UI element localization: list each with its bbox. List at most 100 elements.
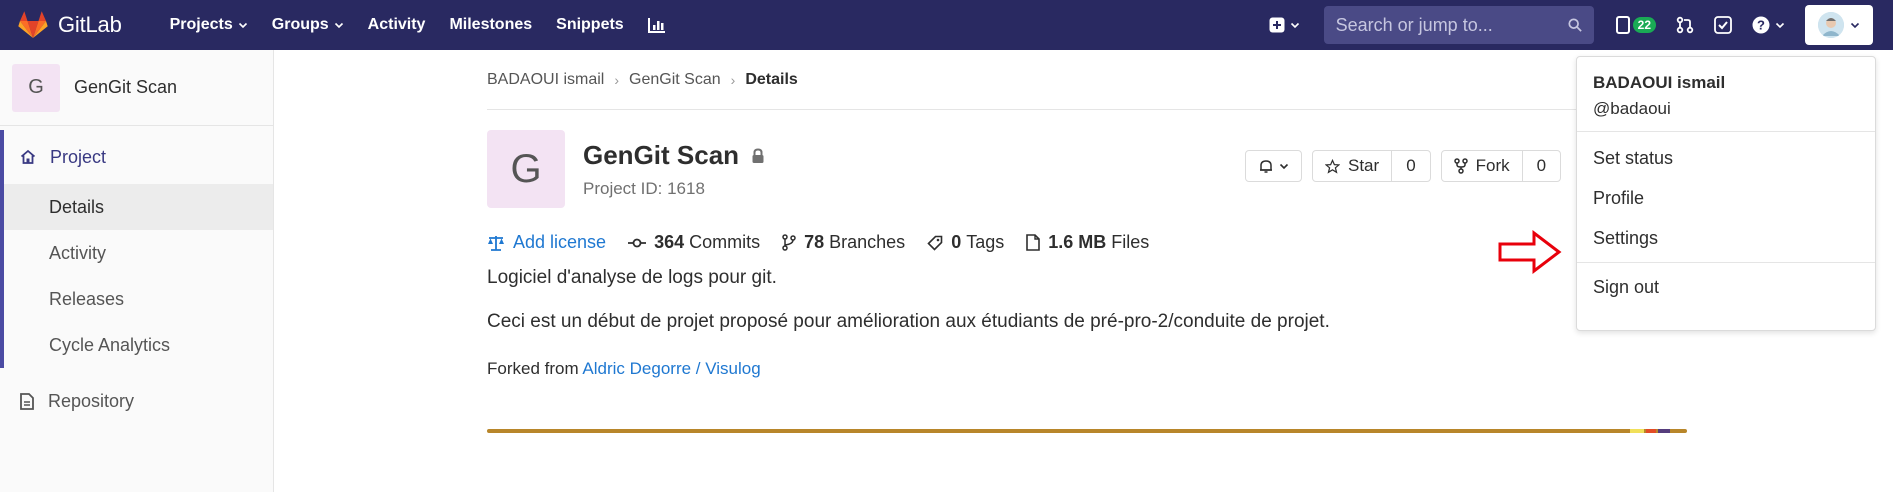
nav-links: Projects Groups Activity Milestones Snip… [158,0,678,50]
files-stat[interactable]: 1.6 MB Files [1026,232,1149,253]
issues-button[interactable]: 22 [1606,0,1666,50]
chevron-down-icon [1290,22,1299,29]
branch-icon [782,234,796,251]
tags-label: Tags [966,232,1005,252]
language-bar [487,429,1687,433]
fork-count[interactable]: 0 [1521,151,1560,181]
lock-icon [752,147,764,163]
menu-item-sign-out[interactable]: Sign out [1577,267,1875,307]
menu-item-settings[interactable]: Settings [1577,218,1875,258]
fork-label: Fork [1475,156,1510,175]
project-avatar: G [487,130,565,208]
sidebar-section-title: Project [50,146,107,167]
chevron-down-icon [334,22,343,29]
commit-icon [628,238,647,247]
help-dropdown-button[interactable]: ? [1742,0,1795,50]
breadcrumb-current[interactable]: Details [745,71,797,89]
branches-label: Branches [829,232,906,252]
nav-snippets[interactable]: Snippets [544,0,636,50]
nav-analytics[interactable] [636,0,678,50]
merge-requests-button[interactable] [1666,0,1704,50]
sidebar-item-details[interactable]: Details [4,184,273,230]
fork-action[interactable]: Fork [1442,151,1522,181]
add-license-label: Add license [513,232,607,252]
dropdown-user-handle: @badaoui [1593,99,1671,118]
nav-milestones-label: Milestones [449,16,533,33]
menu-item-set-status[interactable]: Set status [1577,138,1875,178]
menu-item-profile[interactable]: Profile [1577,178,1875,218]
brand[interactable]: GitLab [18,10,122,40]
chart-icon [647,18,665,33]
tags-stat[interactable]: 0 Tags [927,232,1004,253]
file-icon [1026,234,1041,251]
brand-name: GitLab [58,12,122,37]
files-label: Files [1111,232,1150,252]
sidebar-project-name: GenGit Scan [74,77,178,97]
nav-snippets-label: Snippets [556,16,624,33]
search-icon [1568,18,1582,32]
nav-projects[interactable]: Projects [158,0,260,50]
star-count[interactable]: 0 [1391,151,1429,181]
help-icon: ? [1752,16,1770,34]
menu-divider [1577,262,1875,263]
user-dropdown-menu: BADAOUI ismail @badaoui Set status Profi… [1576,56,1876,331]
issues-count-badge: 22 [1632,17,1656,33]
svg-text:?: ? [1757,18,1765,33]
forked-from-link[interactable]: Aldric Degorre / Visulog [582,359,760,378]
sidebar-item-releases[interactable]: Releases [4,276,273,322]
nav-projects-label: Projects [169,16,233,33]
sidebar-section-project: Project Details Activity Releases Cycle … [0,130,273,368]
sidebar-item-label: Releases [49,288,125,309]
chevron-down-icon [238,22,247,29]
branches-count: 78 [804,232,825,252]
merge-request-icon [1676,16,1694,34]
home-icon [20,149,36,164]
nav-milestones[interactable]: Milestones [437,0,544,50]
gitlab-logo-icon [18,10,48,40]
nav-groups[interactable]: Groups [260,0,356,50]
nav-activity[interactable]: Activity [356,0,438,50]
chevron-right-icon: › [614,71,620,88]
sidebar-item-cycle-analytics[interactable]: Cycle Analytics [4,322,273,368]
language-segment [1646,429,1656,433]
todo-check-icon [1714,16,1732,34]
user-menu-button[interactable] [1805,5,1873,45]
language-segment [1630,429,1644,433]
sidebar-item-label: Repository [48,390,135,411]
sidebar-item-label: Activity [49,242,107,263]
dropdown-user-info[interactable]: BADAOUI ismail @badaoui [1577,57,1875,132]
language-segment [1658,429,1670,433]
sidebar-project-header[interactable]: G GenGit Scan [0,50,273,126]
star-toggle[interactable]: Star [1313,151,1391,181]
notification-button[interactable] [1245,150,1302,182]
sidebar-item-repository[interactable]: Repository [0,376,273,426]
chevron-right-icon: › [730,71,736,88]
sidebar-item-label: Cycle Analytics [49,334,171,355]
search-input[interactable] [1335,14,1568,36]
top-navbar: GitLab Projects Groups Activity Mileston… [0,0,1893,50]
breadcrumb-user[interactable]: BADAOUI ismail [487,71,604,89]
fork-button[interactable]: Fork 0 [1440,150,1562,182]
chevron-down-icon [1850,22,1860,29]
doc-icon [20,392,34,410]
star-icon [1325,158,1340,174]
issues-icon [1615,16,1630,34]
dropdown-user-name: BADAOUI ismail [1593,73,1726,92]
commits-stat[interactable]: 364 Commits [628,232,760,253]
notification-toggle[interactable] [1246,151,1301,181]
add-license-link[interactable]: Add license [487,232,606,253]
forked-from: Forked from Aldric Degorre / Visulog [487,359,1687,379]
sidebar-item-activity[interactable]: Activity [4,230,273,276]
project-name: GenGit Scan [583,140,740,170]
breadcrumb-project[interactable]: GenGit Scan [629,71,721,89]
search-box[interactable] [1323,6,1594,44]
branches-stat[interactable]: 78 Branches [782,232,905,253]
new-dropdown-button[interactable] [1259,0,1310,50]
sidebar-item-project[interactable]: Project [4,130,273,184]
files-size: 1.6 MB [1048,232,1107,252]
star-button[interactable]: Star 0 [1312,150,1431,182]
todos-button[interactable] [1704,0,1742,50]
nav-groups-label: Groups [271,16,329,33]
commits-label: Commits [689,232,761,252]
breadcrumb: BADAOUI ismail › GenGit Scan › Details [487,50,1687,110]
